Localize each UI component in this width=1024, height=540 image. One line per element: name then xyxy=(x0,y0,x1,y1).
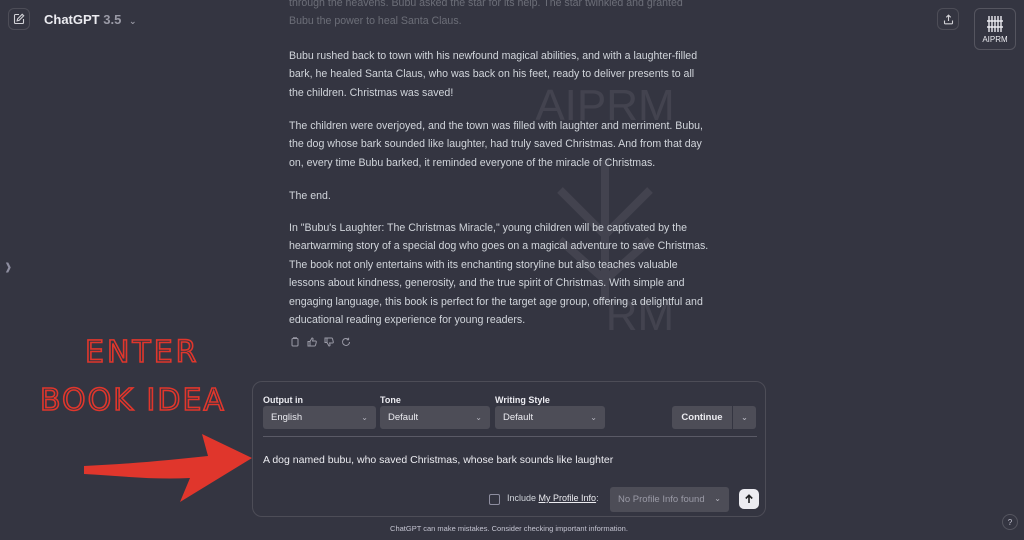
output-language-select[interactable]: English ⌄ xyxy=(263,406,376,429)
message-paragraph: The children were overjoyed, and the tow… xyxy=(289,120,703,169)
help-button[interactable]: ? xyxy=(1002,514,1018,530)
disclaimer-text: ChatGPT can make mistakes. Consider chec… xyxy=(390,524,628,533)
continue-button[interactable]: Continue ⌄ xyxy=(672,406,756,429)
output-language-value: English xyxy=(271,412,303,423)
chevron-down-icon[interactable]: ⌄ xyxy=(733,413,756,422)
profile-info-select[interactable]: No Profile Info found ⌄ xyxy=(610,487,729,512)
tone-select[interactable]: Default ⌄ xyxy=(380,406,490,429)
message-paragraph: Bubu rushed back to town with his newfou… xyxy=(289,50,698,99)
aiprm-prompt-panel: Output in English ⌄ Tone Default ⌄ Writi… xyxy=(252,381,766,517)
writing-style-select[interactable]: Default ⌄ xyxy=(495,406,605,429)
model-name: ChatGPT xyxy=(44,12,100,27)
aiprm-logo-label: AIPRM xyxy=(982,34,1008,44)
red-arrow xyxy=(84,434,252,502)
share-icon xyxy=(943,13,953,24)
chevron-down-icon: ⌄ xyxy=(590,413,597,422)
message-paragraph: The end. xyxy=(289,190,331,202)
include-profile-label: Include My Profile Info: xyxy=(507,493,599,503)
profile-colon: : xyxy=(596,493,599,503)
model-selector[interactable]: ChatGPT 3.5 ⌄ xyxy=(44,12,137,27)
share-button[interactable] xyxy=(937,8,959,30)
thumbs-down-icon[interactable] xyxy=(323,336,335,348)
aiprm-logo-icon xyxy=(987,15,1003,32)
tone-value: Default xyxy=(388,412,419,423)
profile-info-value: No Profile Info found xyxy=(618,494,705,505)
chevron-down-icon: ⌄ xyxy=(714,494,721,503)
writing-style-value: Default xyxy=(503,412,534,423)
include-text: Include xyxy=(507,493,537,503)
annotation-line-2: BOOK IDEA xyxy=(40,383,226,418)
message-paragraph: through the heavens. Bubu asked the star… xyxy=(289,0,683,28)
send-button[interactable] xyxy=(739,489,759,509)
output-in-label: Output in xyxy=(263,395,303,405)
arrow-up-icon xyxy=(745,494,753,503)
chevron-down-icon: ⌄ xyxy=(475,413,482,422)
prompt-input[interactable]: A dog named bubu, who saved Christmas, w… xyxy=(263,454,613,466)
new-chat-button[interactable] xyxy=(8,8,30,30)
aiprm-logo-button[interactable]: AIPRM xyxy=(974,8,1016,50)
my-profile-info-link[interactable]: My Profile Info xyxy=(539,493,597,503)
enter-book-idea-annotation: ENTER BOOK IDEA xyxy=(40,334,252,502)
panel-divider xyxy=(263,436,757,437)
chevron-down-icon: ⌄ xyxy=(361,413,368,422)
regenerate-icon[interactable] xyxy=(340,336,352,348)
continue-label: Continue xyxy=(681,412,723,423)
annotation-line-1: ENTER xyxy=(85,335,200,370)
message-paragraph: In "Bubu's Laughter: The Christmas Mirac… xyxy=(289,222,709,327)
writing-style-label: Writing Style xyxy=(495,395,550,405)
copy-icon[interactable] xyxy=(289,336,301,348)
include-profile-checkbox[interactable] xyxy=(489,494,500,505)
message-actions xyxy=(289,336,352,348)
model-version: 3.5 xyxy=(103,12,122,27)
sidebar-toggle-icon[interactable]: ❱ xyxy=(4,262,12,273)
thumbs-up-icon[interactable] xyxy=(306,336,318,348)
chevron-down-icon: ⌄ xyxy=(128,16,137,26)
tone-label: Tone xyxy=(380,395,401,405)
edit-icon xyxy=(13,13,25,25)
